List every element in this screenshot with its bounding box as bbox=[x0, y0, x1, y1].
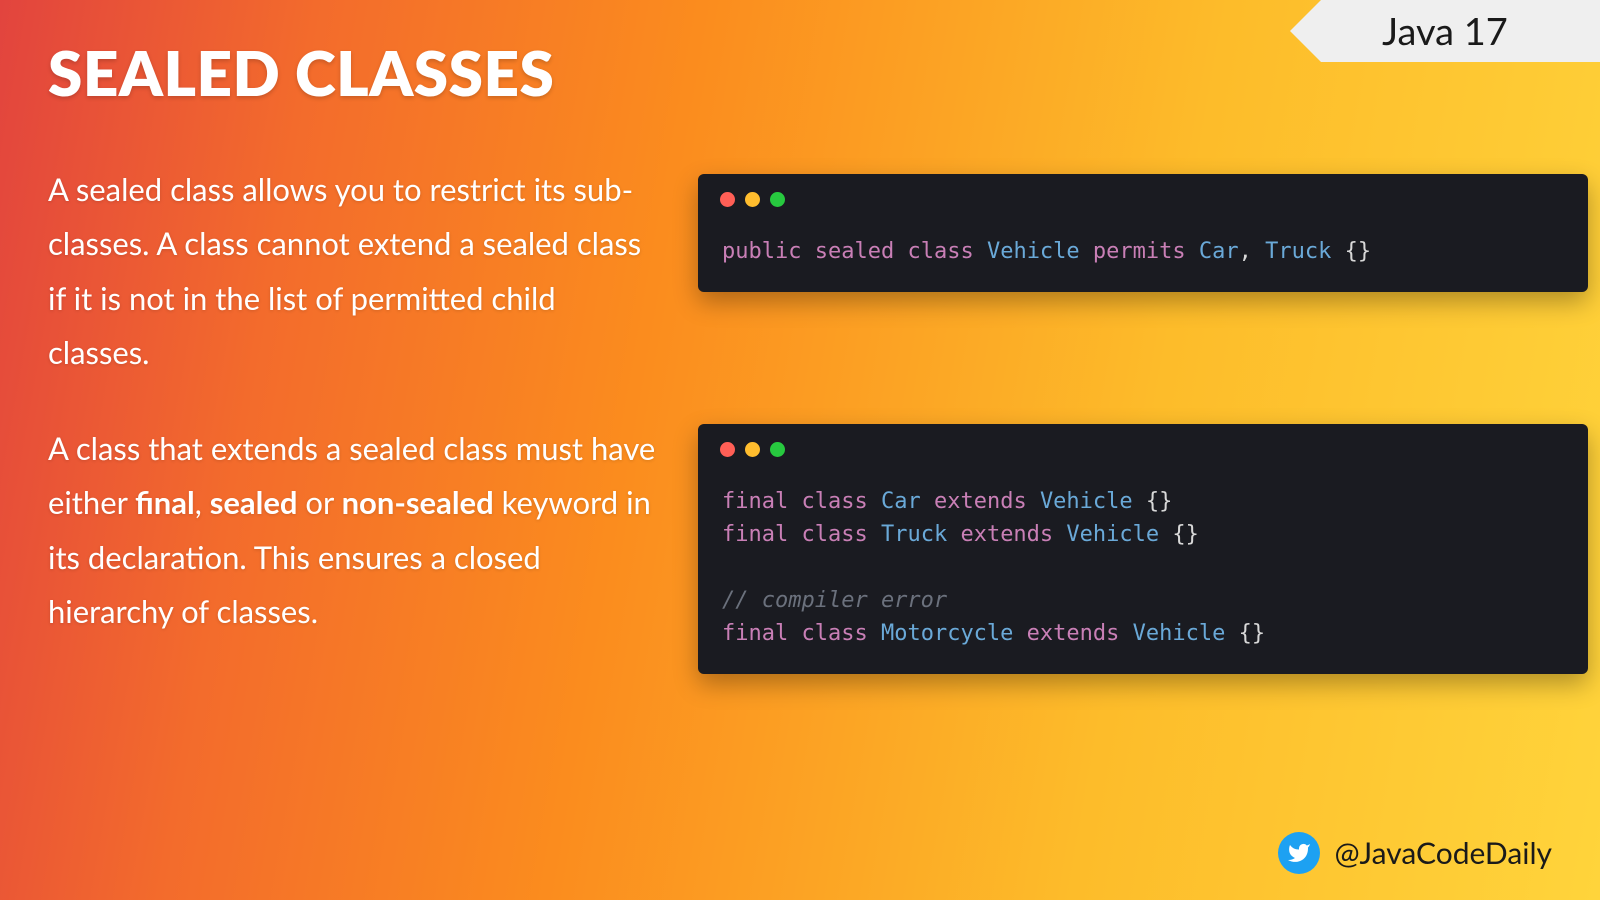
kw-final: final bbox=[722, 489, 788, 514]
class-vehicle: Vehicle bbox=[1133, 621, 1226, 646]
kw-final: final bbox=[722, 522, 788, 547]
body-text: A sealed class allows you to restrict it… bbox=[48, 162, 658, 680]
class-truck: Truck bbox=[1265, 239, 1331, 264]
para2-b1: final bbox=[135, 483, 195, 521]
maximize-icon bbox=[770, 442, 785, 457]
kw-final: final bbox=[722, 621, 788, 646]
class-car: Car bbox=[881, 489, 921, 514]
window-controls bbox=[698, 442, 1588, 457]
para2-b2: sealed bbox=[210, 483, 298, 521]
kw-class: class bbox=[801, 522, 867, 547]
braces: {} bbox=[1172, 522, 1199, 547]
kw-extends: extends bbox=[934, 489, 1027, 514]
version-label: Java 17 bbox=[1382, 8, 1508, 54]
braces: {} bbox=[1239, 621, 1266, 646]
braces: {} bbox=[1345, 239, 1372, 264]
paragraph-2: A class that extends a sealed class must… bbox=[48, 421, 658, 638]
class-motorcycle: Motorcycle bbox=[881, 621, 1013, 646]
footer: @JavaCodeDaily bbox=[1278, 832, 1552, 874]
class-vehicle: Vehicle bbox=[1040, 489, 1133, 514]
code-snippet-1: public sealed class Vehicle permits Car,… bbox=[698, 235, 1588, 268]
kw-sealed: sealed bbox=[815, 239, 894, 264]
code-block-2: final class Car extends Vehicle {} final… bbox=[698, 424, 1588, 674]
para2-t2: , bbox=[195, 483, 210, 521]
comma: , bbox=[1239, 239, 1252, 264]
kw-permits: permits bbox=[1093, 239, 1186, 264]
maximize-icon bbox=[770, 192, 785, 207]
braces: {} bbox=[1146, 489, 1173, 514]
slide: Java 17 SEALED CLASSES A sealed class al… bbox=[0, 0, 1600, 900]
kw-extends: extends bbox=[1027, 621, 1120, 646]
para2-b3: non-sealed bbox=[342, 483, 494, 521]
kw-class: class bbox=[907, 239, 973, 264]
class-vehicle: Vehicle bbox=[1066, 522, 1159, 547]
twitter-handle: @JavaCodeDaily bbox=[1334, 835, 1552, 871]
code-snippet-2: final class Car extends Vehicle {} final… bbox=[698, 485, 1588, 650]
version-ribbon: Java 17 bbox=[1290, 0, 1600, 62]
close-icon bbox=[720, 192, 735, 207]
slide-title: SEALED CLASSES bbox=[48, 36, 554, 110]
kw-class: class bbox=[801, 621, 867, 646]
code-block-1: public sealed class Vehicle permits Car,… bbox=[698, 174, 1588, 292]
class-truck: Truck bbox=[881, 522, 947, 547]
class-vehicle: Vehicle bbox=[987, 239, 1080, 264]
minimize-icon bbox=[745, 442, 760, 457]
kw-public: public bbox=[722, 239, 801, 264]
class-car: Car bbox=[1199, 239, 1239, 264]
kw-extends: extends bbox=[960, 522, 1053, 547]
minimize-icon bbox=[745, 192, 760, 207]
twitter-icon bbox=[1278, 832, 1320, 874]
paragraph-1: A sealed class allows you to restrict it… bbox=[48, 162, 658, 379]
close-icon bbox=[720, 442, 735, 457]
para2-t3: or bbox=[297, 483, 341, 521]
para1-text: A sealed class allows you to restrict it… bbox=[48, 170, 641, 371]
kw-class: class bbox=[801, 489, 867, 514]
window-controls bbox=[698, 192, 1588, 207]
comment-compiler-error: // compiler error bbox=[722, 588, 947, 613]
